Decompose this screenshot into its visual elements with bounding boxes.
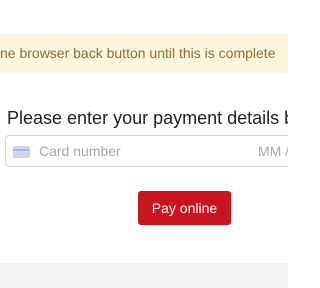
pay-online-button[interactable]: Pay online: [138, 191, 231, 225]
page-footer: [0, 263, 288, 288]
payment-heading: Please enter your payment details b: [7, 108, 288, 128]
warning-banner: ne browser back button until this is com…: [0, 34, 288, 73]
credit-card-icon: [13, 146, 30, 158]
expiry-placeholder: MM /: [258, 143, 288, 159]
card-details-field[interactable]: Card number MM /: [5, 135, 288, 167]
card-number-placeholder: Card number: [39, 143, 121, 159]
payment-page: ne browser back button until this is com…: [0, 0, 288, 288]
warning-banner-text: ne browser back button until this is com…: [0, 45, 276, 61]
